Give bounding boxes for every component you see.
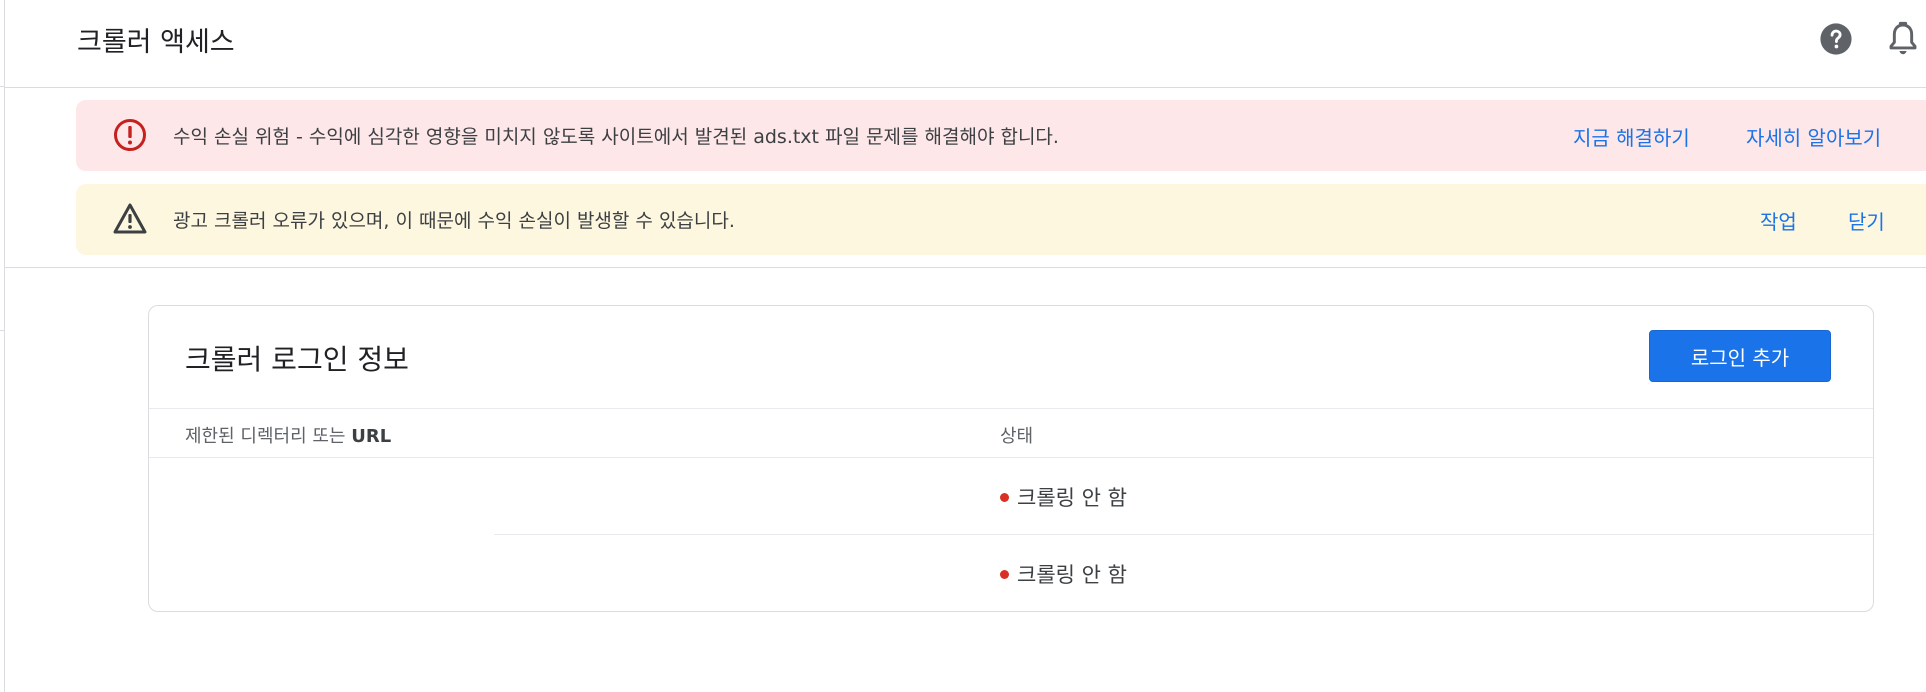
fix-now-link[interactable]: 지금 해결하기	[1573, 122, 1690, 151]
warning-triangle-icon	[113, 203, 147, 234]
status-text: 크롤링 안 함	[1017, 563, 1127, 587]
help-icon[interactable]	[1819, 22, 1853, 56]
section-divider	[5, 267, 1926, 268]
status-dot-icon	[1000, 492, 1009, 502]
warning-alert-text: 광고 크롤러 오류가 있으며, 이 때문에 수익 손실이 발생할 수 있습니다.	[173, 210, 735, 232]
warning-alert-banner: 광고 크롤러 오류가 있으며, 이 때문에 수익 손실이 발생할 수 있습니다.…	[76, 184, 1926, 255]
table-row[interactable]: 크롤링 안 함	[149, 458, 1873, 534]
column-header-status[interactable]: 상태	[1000, 422, 1033, 448]
left-rail	[0, 0, 5, 692]
rail-divider	[0, 330, 5, 331]
status-cell: 크롤링 안 함	[1000, 559, 1127, 589]
card-title: 크롤러 로그인 정보	[185, 343, 409, 376]
add-login-button[interactable]: 로그인 추가	[1649, 330, 1831, 382]
status-text: 크롤링 안 함	[1017, 486, 1127, 510]
close-link[interactable]: 닫기	[1848, 206, 1885, 235]
column-header-directory[interactable]: 제한된 디렉터리 또는 URL	[185, 422, 391, 448]
divider	[149, 408, 1873, 409]
column-header-url-text: URL	[351, 426, 392, 447]
status-cell: 크롤링 안 함	[1000, 482, 1127, 512]
page-title: 크롤러 액세스	[77, 27, 235, 58]
error-circle-icon	[114, 119, 146, 151]
error-alert-text: 수익 손실 위험 - 수익에 심각한 영향을 미치지 않도록 사이트에서 발견된…	[173, 126, 1059, 148]
top-app-bar: 크롤러 액세스	[5, 0, 1926, 88]
status-dot-icon	[1000, 569, 1009, 579]
page: 크롤러 액세스 수익 손실 위험 - 수익에 심각한 영향을 미치지 않도록 사…	[0, 0, 1926, 692]
bell-icon[interactable]	[1887, 21, 1919, 57]
learn-more-link[interactable]: 자세히 알아보기	[1746, 122, 1881, 151]
table-row[interactable]: 크롤링 안 함	[149, 535, 1873, 611]
column-header-directory-text: 제한된 디렉터리 또는	[185, 426, 352, 447]
task-link[interactable]: 작업	[1760, 206, 1797, 235]
error-alert-banner: 수익 손실 위험 - 수익에 심각한 영향을 미치지 않도록 사이트에서 발견된…	[76, 100, 1926, 171]
crawler-login-card: 크롤러 로그인 정보 로그인 추가 제한된 디렉터리 또는 URL 상태 크롤링…	[148, 305, 1874, 612]
